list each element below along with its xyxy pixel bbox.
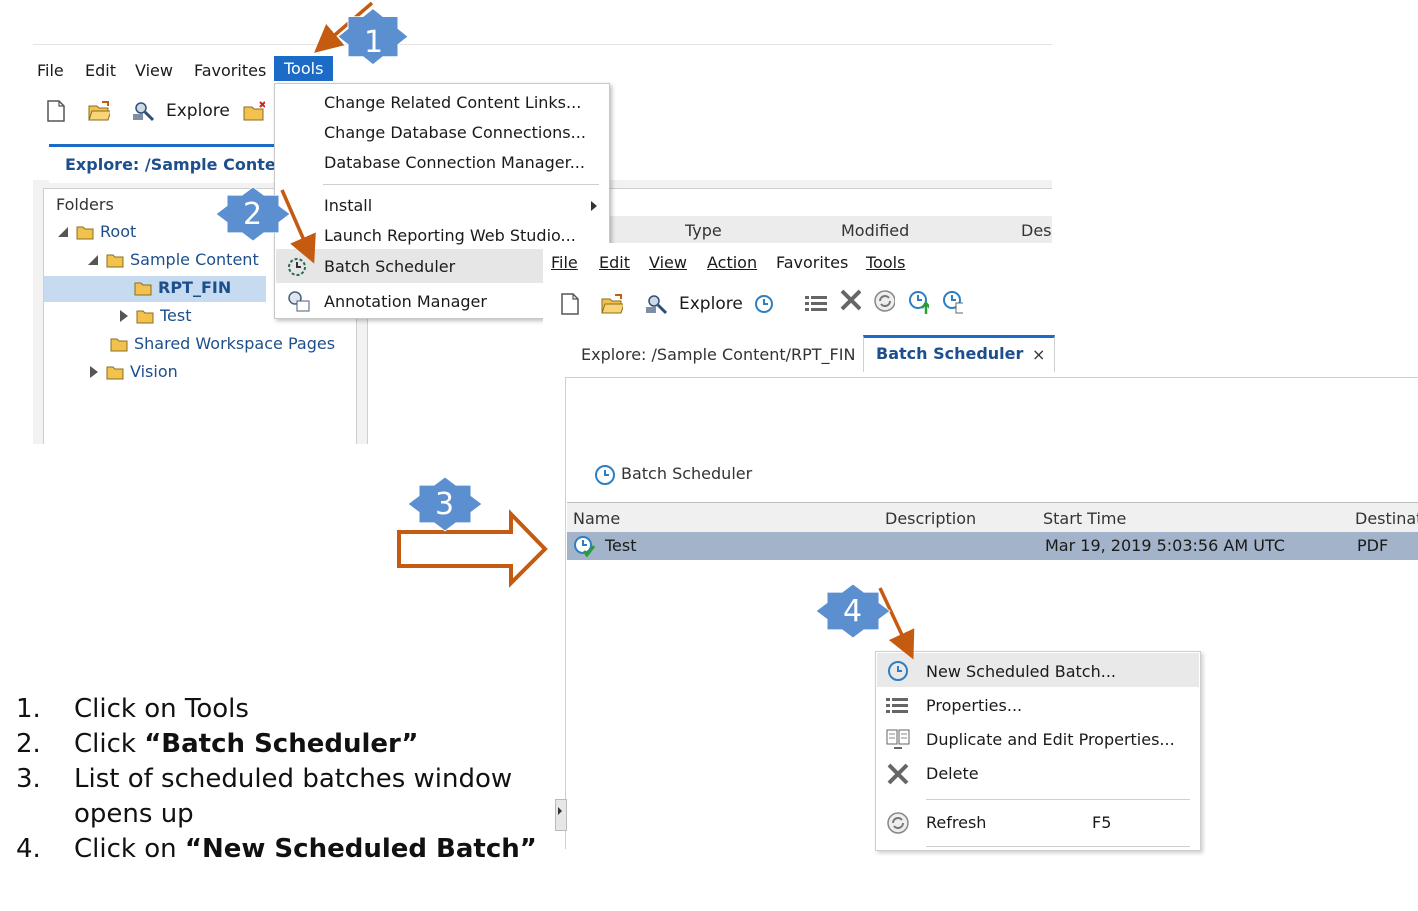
new-document-icon[interactable]	[559, 293, 581, 315]
menu-favorites[interactable]: Favorites	[776, 253, 848, 272]
menu-item-delete[interactable]: Delete	[926, 764, 979, 783]
table-row[interactable]: Test Mar 19, 2019 5:03:56 AM UTC PDF	[567, 532, 1418, 560]
tab-explore[interactable]: Explore: /Sample Conten	[49, 144, 309, 183]
refresh-shortcut: F5	[1092, 813, 1112, 832]
tree-item-sample-content[interactable]: Sample Content	[86, 250, 259, 269]
new-schedule-icon	[888, 661, 908, 681]
tab-explore[interactable]: Explore: /Sample Content/RPT_FIN	[581, 345, 855, 364]
table-header: Name Description Start Time Destinat	[567, 502, 1418, 534]
tree-item-rpt-fin[interactable]: RPT_FIN	[134, 278, 231, 297]
context-menu: New Scheduled Batch... Properties... Dup…	[875, 651, 1201, 851]
menu-item-annotation-manager[interactable]: Annotation Manager	[324, 292, 487, 311]
properties-list-icon	[886, 698, 908, 713]
menu-item-install[interactable]: Install	[324, 196, 372, 215]
column-description[interactable]: Description	[885, 509, 976, 528]
annotation-manager-icon	[288, 291, 310, 312]
delete-icon	[887, 763, 909, 785]
menu-action[interactable]: Action	[707, 253, 757, 272]
callout-3-label: 3	[435, 487, 455, 522]
tree-item-root[interactable]: Root	[56, 222, 136, 241]
panel-title: Batch Scheduler	[621, 464, 753, 483]
collapsed-triangle-icon[interactable]	[118, 309, 130, 323]
arrow-3	[397, 509, 548, 588]
folder-icon	[76, 226, 94, 239]
open-folder-icon	[134, 282, 152, 295]
tree-item-test[interactable]: Test	[118, 306, 192, 325]
properties-list-icon[interactable]	[805, 293, 827, 315]
tab-batch-scheduler-label: Batch Scheduler	[876, 344, 1024, 363]
menu-favorites[interactable]: Favorites	[194, 61, 266, 80]
column-name[interactable]: Name	[573, 509, 620, 528]
open-folder-icon[interactable]	[601, 293, 623, 315]
explore-icon[interactable]	[132, 100, 154, 122]
expand-arrow-icon[interactable]	[557, 806, 563, 816]
menu-view[interactable]: View	[135, 61, 173, 80]
delete-icon[interactable]	[839, 289, 861, 311]
menu-file[interactable]: File	[551, 253, 578, 272]
menu-view[interactable]: View	[649, 253, 687, 272]
explore-button[interactable]: Explore	[679, 294, 743, 314]
expanded-triangle-icon[interactable]	[56, 225, 70, 239]
callout-2-label: 2	[243, 197, 263, 232]
menu-divider	[323, 184, 599, 185]
callout-4-label: 4	[843, 594, 863, 629]
row-destination: PDF	[1357, 536, 1389, 555]
menu-item-properties[interactable]: Properties...	[926, 696, 1022, 715]
tree-item-vision[interactable]: Vision	[88, 362, 178, 381]
collapsed-triangle-icon[interactable]	[88, 365, 100, 379]
refresh-icon[interactable]	[873, 290, 895, 312]
menu-tools[interactable]: Tools	[274, 56, 334, 81]
menu-item-launch-reporting-web-studio[interactable]: Launch Reporting Web Studio...	[324, 226, 576, 245]
batch-scheduler-icon	[288, 258, 306, 276]
menu-divider	[926, 846, 1190, 847]
column-destination[interactable]: Destinat	[1355, 509, 1418, 528]
new-document-icon[interactable]	[45, 100, 67, 122]
batch-scheduler-icon	[595, 465, 615, 485]
menu-item-duplicate-edit-properties[interactable]: Duplicate and Edit Properties...	[926, 730, 1175, 749]
schedule-upload-icon[interactable]	[907, 291, 929, 314]
explore-icon[interactable]	[645, 293, 667, 315]
menu-edit[interactable]: Edit	[85, 61, 116, 80]
tab-batch-scheduler[interactable]: Batch Scheduler ×	[863, 335, 1055, 372]
menu-item-batch-scheduler[interactable]: Batch Scheduler	[324, 257, 455, 276]
row-start-time: Mar 19, 2019 5:03:56 AM UTC	[1045, 536, 1285, 555]
explore-button[interactable]: Explore	[166, 101, 230, 121]
scheduled-batch-icon	[574, 536, 595, 557]
schedule-copy-icon[interactable]	[941, 291, 963, 314]
column-description[interactable]: Des	[1021, 221, 1052, 240]
column-modified[interactable]: Modified	[841, 221, 909, 240]
new-folder-icon[interactable]	[243, 100, 265, 122]
column-start-time[interactable]: Start Time	[1043, 509, 1126, 528]
column-header-bar: Type Modified Des	[607, 216, 1052, 245]
tree-item-shared-workspace-pages[interactable]: Shared Workspace Pages	[110, 334, 335, 353]
duplicate-properties-icon	[886, 729, 910, 749]
menu-edit[interactable]: Edit	[599, 253, 630, 272]
tab-close-icon[interactable]: ×	[1032, 345, 1045, 364]
tab-bar: Explore: /Sample Content/RPT_FIN Batch S…	[543, 333, 1418, 372]
folder-icon	[110, 338, 128, 351]
callout-1-label: 1	[364, 25, 384, 60]
tab-explore-label: Explore: /Sample Conten	[65, 155, 288, 174]
folder-icon	[106, 366, 124, 379]
menu-divider	[926, 799, 1190, 800]
folder-icon	[106, 254, 124, 267]
menu-item-change-related-content-links[interactable]: Change Related Content Links...	[324, 93, 581, 112]
expanded-triangle-icon[interactable]	[86, 253, 100, 267]
folder-icon	[136, 310, 154, 323]
menu-item-database-connection-manager[interactable]: Database Connection Manager...	[324, 153, 585, 172]
menu-file[interactable]: File	[37, 61, 64, 80]
menu-tools[interactable]: Tools	[866, 253, 905, 272]
row-name: Test	[605, 536, 637, 555]
menu-item-change-database-connections[interactable]: Change Database Connections...	[324, 123, 586, 142]
menu-item-new-scheduled-batch[interactable]: New Scheduled Batch...	[926, 662, 1116, 681]
refresh-icon	[887, 812, 909, 834]
menu-item-refresh[interactable]: Refresh	[926, 813, 986, 832]
submenu-arrow-icon	[591, 201, 597, 211]
column-type[interactable]: Type	[685, 221, 722, 240]
batch-scheduler-icon[interactable]	[752, 293, 774, 315]
folders-header: Folders	[56, 195, 114, 214]
open-folder-icon[interactable]	[88, 100, 110, 122]
